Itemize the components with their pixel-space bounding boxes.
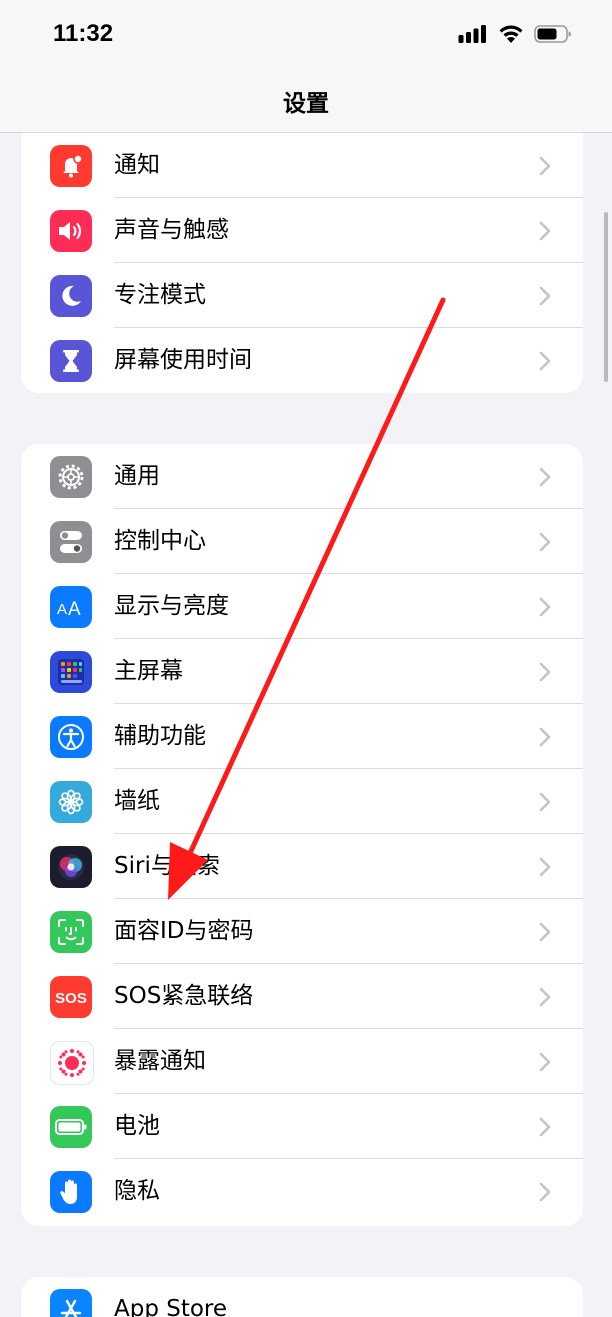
page-title: 设置 [283,91,329,117]
settings-row-focus[interactable]: 专注模式 [21,263,583,328]
chevron-right-icon [539,156,551,176]
cellular-signal-icon [458,25,486,43]
settings-row-label: Siri与搜索 [114,853,220,879]
settings-row-label: 专注模式 [114,282,206,308]
chevron-right-icon [539,467,551,487]
notifications-icon [50,145,92,187]
sounds-icon [50,210,92,252]
battery-settings-icon [50,1106,92,1148]
settings-row-notifications[interactable]: 通知 [21,133,583,198]
settings-row-display-brightness[interactable]: A A 显示与亮度 [21,574,583,639]
settings-group-1: 通知 声音与触感 专注模式 屏幕使用时间 [21,133,583,393]
settings-row-label: 墙纸 [114,788,160,814]
settings-row-label: SOS紧急联络 [114,983,254,1009]
settings-row-label: 主屏幕 [114,658,183,684]
settings-row-label: 声音与触感 [114,217,229,243]
exposure-notification-icon [50,1041,94,1085]
settings-group-2: 通用 控制中心 A A 显示与亮度 主屏幕 辅助功能 墙纸 Siri与搜索 面容… [21,444,583,1226]
settings-row-app-store[interactable]: App Store [21,1277,583,1317]
status-time: 11:32 [53,20,114,47]
general-gear-icon [50,456,92,498]
settings-row-label: 暴露通知 [114,1048,206,1074]
chevron-right-icon [539,1117,551,1137]
scroll-indicator[interactable] [604,212,608,382]
chevron-right-icon [539,662,551,682]
settings-row-label: 面容ID与密码 [114,918,254,944]
status-bar: 11:32 [0,0,612,70]
screen-time-hourglass-icon [50,340,92,382]
chevron-right-icon [539,792,551,812]
settings-row-control-center[interactable]: 控制中心 [21,509,583,574]
settings-row-exposure-notifications[interactable]: 暴露通知 [21,1029,583,1094]
chevron-right-icon [539,727,551,747]
chevron-right-icon [539,221,551,241]
settings-row-label: 隐私 [114,1178,160,1204]
chevron-right-icon [539,597,551,617]
settings-row-label: 通知 [114,152,160,178]
settings-row-label: 控制中心 [114,528,206,554]
settings-row-label: 通用 [114,463,160,489]
home-screen-icon [50,651,92,693]
chevron-right-icon [539,1052,551,1072]
chevron-right-icon [539,857,551,877]
settings-row-label: 辅助功能 [114,723,206,749]
settings-row-label: 屏幕使用时间 [114,347,252,373]
app-store-icon [50,1289,92,1317]
chevron-right-icon [539,351,551,371]
settings-row-sos[interactable]: SOS SOS紧急联络 [21,964,583,1029]
wifi-icon [499,25,523,43]
navigation-bar: 设置 [0,70,612,133]
privacy-hand-icon [50,1171,92,1213]
settings-row-face-id[interactable]: 面容ID与密码 [21,899,583,964]
face-id-icon [50,911,92,953]
settings-row-screen-time[interactable]: 屏幕使用时间 [21,328,583,393]
control-center-icon [50,521,92,563]
chevron-right-icon [539,987,551,1007]
svg-text:SOS: SOS [55,990,87,1007]
settings-row-privacy[interactable]: 隐私 [21,1159,583,1224]
accessibility-icon [50,716,92,758]
chevron-right-icon [539,532,551,552]
settings-row-label: 显示与亮度 [114,593,229,619]
siri-icon [50,846,92,888]
settings-row-label: 电池 [114,1113,160,1139]
settings-row-label: App Store [114,1296,228,1317]
settings-row-wallpaper[interactable]: 墙纸 [21,769,583,834]
settings-row-general[interactable]: 通用 [21,444,583,509]
chevron-right-icon [539,1182,551,1202]
display-brightness-icon: A A [50,586,92,628]
settings-row-sounds[interactable]: 声音与触感 [21,198,583,263]
settings-row-home-screen[interactable]: 主屏幕 [21,639,583,704]
sos-icon: SOS [50,976,92,1018]
settings-row-siri-search[interactable]: Siri与搜索 [21,834,583,899]
focus-moon-icon [50,275,92,317]
settings-row-accessibility[interactable]: 辅助功能 [21,704,583,769]
wallpaper-icon [50,781,92,823]
svg-text:A: A [57,601,67,618]
chevron-right-icon [539,922,551,942]
chevron-right-icon [539,286,551,306]
battery-icon [534,25,571,43]
settings-group-3: App Store [21,1277,583,1317]
settings-row-battery[interactable]: 电池 [21,1094,583,1159]
svg-text:A: A [68,599,81,620]
